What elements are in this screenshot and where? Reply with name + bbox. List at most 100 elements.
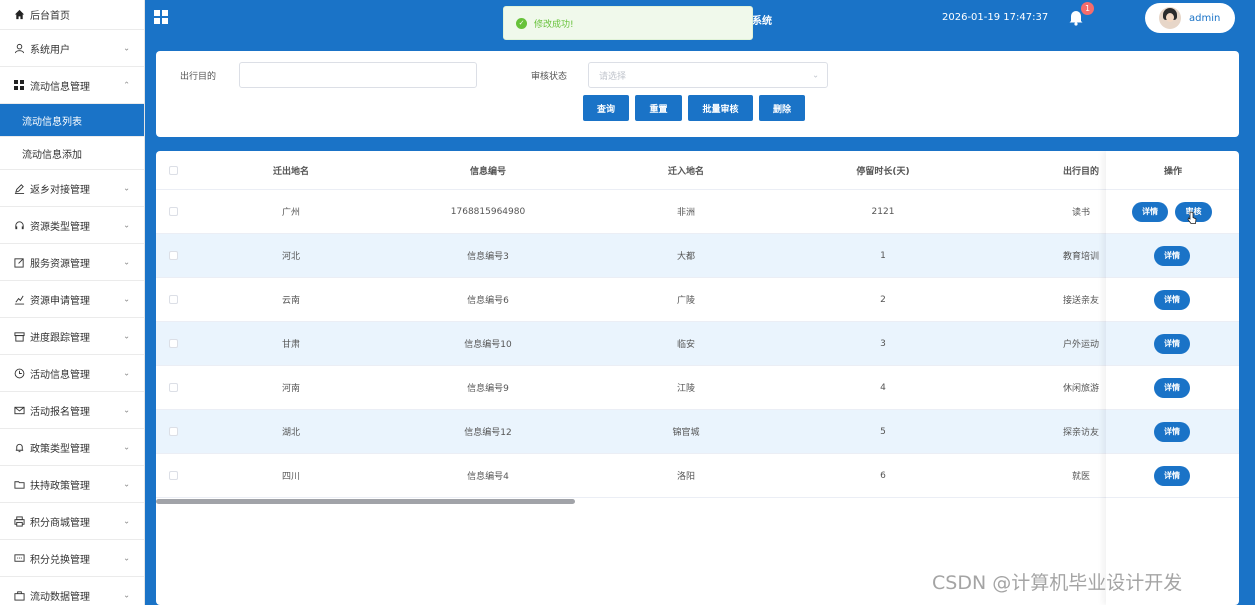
sidebar-item-points-mall[interactable]: 积分商城管理 ⌄ (0, 503, 144, 540)
sidebar-item-flow-data[interactable]: 流动数据管理 ⌄ (0, 577, 144, 605)
select-all-checkbox[interactable] (169, 165, 178, 175)
folder-icon (12, 477, 26, 491)
chevron-down-icon: ⌄ (123, 368, 130, 378)
home-icon (12, 8, 26, 22)
table-row: 甘肃 信息编号10 临安 3 户外运动 详情 (156, 322, 1239, 366)
purpose-label: 出行目的 (180, 72, 217, 82)
sidebar-item-resource-apply[interactable]: 资源申请管理 ⌄ (0, 281, 144, 318)
sidebar-item-label: 服务资源管理 (30, 258, 90, 270)
box-icon (12, 329, 26, 343)
cell-origin: 甘肃 (281, 340, 300, 350)
cell-purpose: 教育培训 (1062, 252, 1099, 262)
doc-edit-icon (12, 255, 26, 269)
reset-button[interactable]: 重置 (635, 95, 682, 121)
cell-destination: 锦官城 (672, 428, 700, 438)
col-header: 出行目的 (1062, 166, 1099, 177)
menu-grid-icon[interactable] (154, 10, 168, 24)
cell-origin: 四川 (281, 472, 300, 482)
detail-button[interactable]: 详情 (1154, 465, 1190, 486)
avatar (1159, 7, 1181, 29)
horizontal-scrollbar[interactable] (156, 499, 575, 504)
cell-id: 信息编号9 (467, 384, 509, 394)
sidebar-item-flow-info[interactable]: 流动信息管理 ⌃ (0, 67, 144, 104)
chevron-down-icon: ⌄ (123, 516, 130, 526)
chevron-down-icon: ⌄ (123, 331, 130, 341)
sidebar-item-support-policy[interactable]: 扶持政策管理 ⌄ (0, 466, 144, 503)
detail-button[interactable]: 详情 (1154, 421, 1190, 442)
col-header: 操作 (1163, 166, 1182, 177)
cell-duration: 2 (880, 294, 886, 305)
chevron-down-icon: ⌄ (123, 553, 130, 563)
query-button[interactable]: 查询 (583, 95, 629, 121)
sidebar-item-activity-info[interactable]: 活动信息管理 ⌄ (0, 355, 144, 392)
sidebar-item-label: 流动信息管理 (30, 81, 90, 93)
sidebar-item-return-docking[interactable]: 返乡对接管理 ⌄ (0, 170, 144, 207)
table-header: 迁出地名 信息编号 迁入地名 停留时长(天) 出行目的 操作 (156, 151, 1239, 190)
row-checkbox[interactable] (169, 251, 178, 260)
table-row: 湖北 信息编号12 锦官城 5 探亲访友 详情 (156, 410, 1239, 454)
detail-button[interactable]: 详情 (1154, 289, 1190, 310)
sidebar: 后台首页 系统用户 ⌄ 流动信息管理 ⌃ 流动信息列表 流动信息添加 返乡对接管… (0, 0, 145, 605)
row-checkbox[interactable] (169, 427, 178, 436)
detail-button[interactable]: 详情 (1154, 245, 1190, 266)
row-checkbox[interactable] (169, 295, 178, 304)
cell-destination: 洛阳 (676, 472, 695, 482)
cell-origin: 云南 (281, 296, 300, 306)
sidebar-item-label: 资源申请管理 (30, 295, 90, 307)
sidebar-item-activity-signup[interactable]: 活动报名管理 ⌄ (0, 392, 144, 429)
detail-button[interactable]: 详情 (1154, 377, 1190, 398)
success-toast: ✓ 修改成功! (503, 6, 753, 40)
col-header: 迁出地名 (272, 166, 309, 177)
cell-duration: 2121 (871, 206, 895, 217)
sidebar-item-label: 扶持政策管理 (30, 480, 90, 492)
message-icon (12, 551, 26, 565)
sidebar-item-policy-type[interactable]: 政策类型管理 ⌄ (0, 429, 144, 466)
submenu-flow-list[interactable]: 流动信息列表 (0, 104, 144, 137)
delete-button[interactable]: 删除 (759, 95, 805, 121)
sidebar-item-users[interactable]: 系统用户 ⌄ (0, 30, 144, 67)
row-checkbox[interactable] (169, 471, 178, 480)
pointer-cursor-icon (1187, 211, 1197, 225)
purpose-input[interactable] (239, 62, 477, 88)
user-menu[interactable]: admin (1145, 3, 1235, 33)
batch-review-button[interactable]: 批量审核 (688, 95, 753, 121)
status-select[interactable]: 请选择 ⌄ (588, 62, 828, 88)
row-checkbox[interactable] (169, 383, 178, 392)
printer-icon (12, 514, 26, 528)
submenu-flow-add[interactable]: 流动信息添加 (0, 137, 144, 170)
toast-message: 修改成功! (534, 19, 574, 30)
sidebar-item-service-resource[interactable]: 服务资源管理 ⌄ (0, 244, 144, 281)
cell-origin: 广州 (281, 208, 300, 218)
cell-destination: 非洲 (676, 208, 695, 218)
cell-purpose: 探亲访友 (1062, 428, 1099, 438)
sidebar-item-home[interactable]: 后台首页 (0, 0, 144, 30)
cell-duration: 6 (880, 470, 886, 481)
sidebar-item-label: 积分兑换管理 (30, 554, 90, 566)
chevron-down-icon: ⌄ (123, 405, 130, 415)
col-header: 停留时长(天) (856, 166, 910, 177)
sidebar-item-label: 积分商城管理 (30, 517, 90, 529)
cell-origin: 湖北 (281, 428, 300, 438)
cell-id: 信息编号6 (467, 296, 509, 306)
username: admin (1189, 12, 1221, 24)
cell-duration: 4 (880, 382, 886, 393)
chevron-down-icon: ⌄ (123, 220, 130, 230)
table-row: 四川 信息编号4 洛阳 6 就医 详情 (156, 454, 1239, 498)
sidebar-item-resource-type[interactable]: 资源类型管理 ⌄ (0, 207, 144, 244)
chevron-down-icon: ⌄ (123, 442, 130, 452)
clock-icon (12, 366, 26, 380)
notification-bell-icon[interactable]: 1 (1068, 2, 1094, 26)
data-table: 迁出地名 信息编号 迁入地名 停留时长(天) 出行目的 操作 广州 176881… (156, 151, 1239, 605)
cell-origin: 河北 (281, 252, 300, 262)
cell-destination: 广陵 (676, 296, 695, 306)
chevron-down-icon: ⌄ (812, 70, 819, 80)
row-checkbox[interactable] (169, 339, 178, 348)
system-title: 系统 (752, 16, 772, 27)
row-checkbox[interactable] (169, 207, 178, 216)
detail-button[interactable]: 详情 (1154, 333, 1190, 354)
sidebar-item-points-exchange[interactable]: 积分兑换管理 ⌄ (0, 540, 144, 577)
detail-button[interactable]: 详情 (1132, 201, 1168, 222)
sidebar-item-progress[interactable]: 进度跟踪管理 ⌄ (0, 318, 144, 355)
table-row: 河南 信息编号9 江陵 4 休闲旅游 详情 (156, 366, 1239, 410)
cell-id: 信息编号12 (464, 428, 512, 438)
